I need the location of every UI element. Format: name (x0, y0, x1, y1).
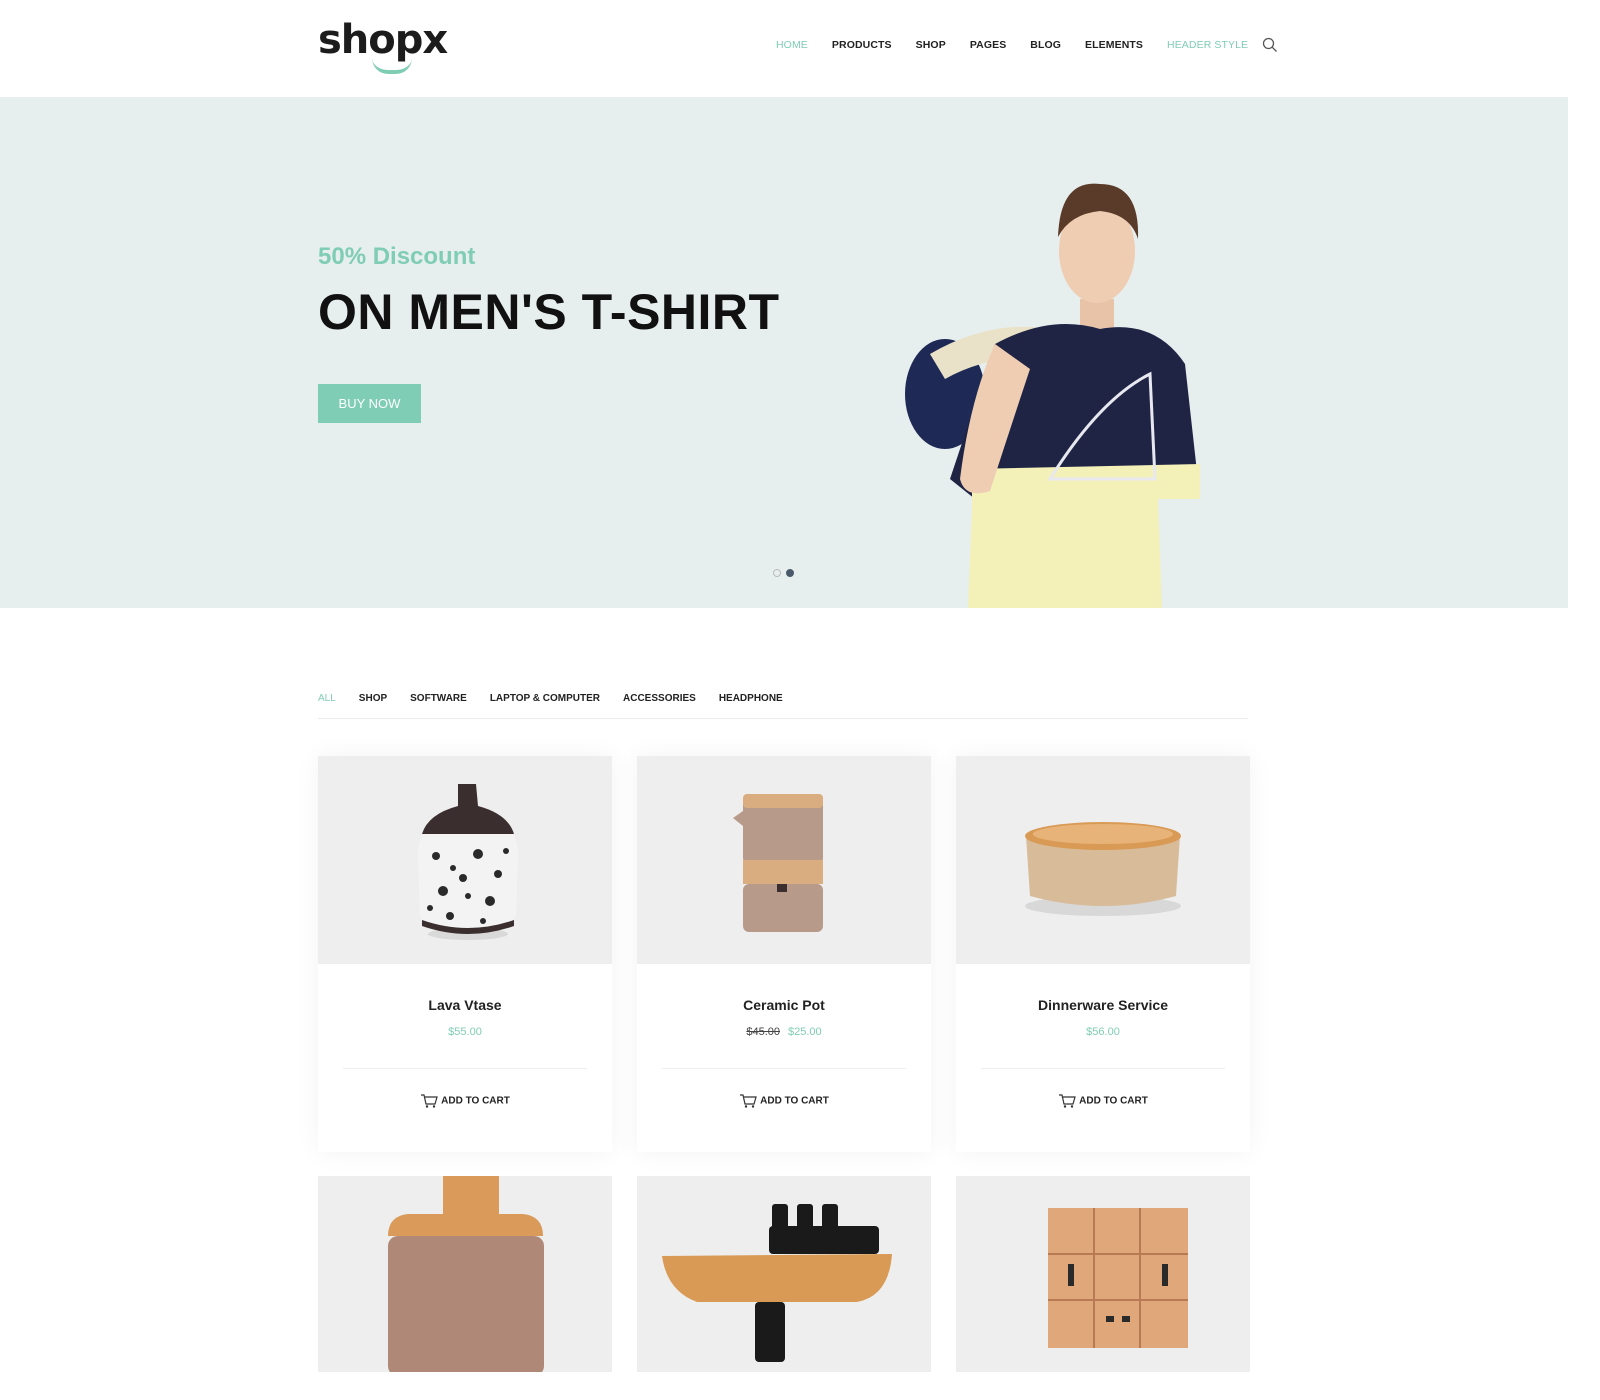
cart-icon (421, 1094, 438, 1108)
slider-dot-1[interactable] (773, 569, 781, 577)
tab-software[interactable]: SOFTWARE (410, 693, 467, 718)
product-card: Dinnerware Service $56.00 ADD TO CART (956, 756, 1250, 1152)
add-to-cart-button[interactable]: ADD TO CART (318, 1094, 612, 1108)
nav-blog[interactable]: BLOG (1030, 39, 1061, 51)
add-to-cart-label: ADD TO CART (760, 1095, 829, 1107)
product-old-price: $45.00 (746, 1026, 780, 1038)
nav-home[interactable]: HOME (776, 39, 808, 51)
hero-model-image (905, 183, 1200, 608)
product-name[interactable]: Ceramic Pot (637, 997, 931, 1013)
nav-shop[interactable]: SHOP (916, 39, 946, 51)
divider (662, 1068, 906, 1069)
slider-dots (773, 569, 794, 577)
product-image-wooden-cube[interactable] (956, 1176, 1250, 1372)
product-image-cork-jar[interactable] (318, 1176, 612, 1372)
add-to-cart-label: ADD TO CART (1079, 1095, 1148, 1107)
tab-all[interactable]: ALL (318, 693, 336, 718)
cart-icon (740, 1094, 757, 1108)
add-to-cart-button[interactable]: ADD TO CART (956, 1094, 1250, 1108)
tab-laptop-computer[interactable]: LAPTOP & COMPUTER (490, 693, 600, 718)
product-name[interactable]: Dinnerware Service (956, 997, 1250, 1013)
product-current-price: $56.00 (1086, 1026, 1120, 1038)
product-info: Lava Vtase $55.00 ADD TO CART (318, 964, 612, 1152)
nav-elements[interactable]: ELEMENTS (1085, 39, 1143, 51)
logo[interactable]: shopx (318, 14, 448, 76)
product-price: $56.00 (956, 1026, 1250, 1038)
cork-hook-illustration (662, 1204, 892, 1362)
product-card: Ceramic Pot $45.00 $25.00 ADD TO CART (637, 756, 931, 1152)
search-icon[interactable] (1262, 37, 1278, 53)
product-current-price: $25.00 (788, 1026, 822, 1038)
product-image-cork-hook[interactable] (637, 1176, 931, 1372)
ceramic-pot-illustration (733, 794, 823, 932)
hero-banner: 50% Discount ON MEN'S T-SHIRT BUY NOW (0, 97, 1568, 608)
nav-products[interactable]: PRODUCTS (832, 39, 892, 51)
cart-icon (1059, 1094, 1076, 1108)
add-to-cart-button[interactable]: ADD TO CART (637, 1094, 931, 1108)
tab-headphone[interactable]: HEADPHONE (719, 693, 783, 718)
vase-illustration (418, 784, 518, 940)
logo-smile-mark (372, 58, 412, 74)
cork-jar-illustration (388, 1176, 544, 1372)
divider (343, 1068, 587, 1069)
product-name[interactable]: Lava Vtase (318, 997, 612, 1013)
product-price: $55.00 (318, 1026, 612, 1038)
tab-shop[interactable]: SHOP (359, 693, 387, 718)
category-filter-tabs: ALL SHOP SOFTWARE LAPTOP & COMPUTER ACCE… (318, 693, 1248, 719)
site-header: shopx HOME PRODUCTS SHOP PAGES BLOG ELEM… (0, 0, 1568, 97)
product-info: Dinnerware Service $56.00 ADD TO CART (956, 964, 1250, 1152)
slider-dot-2[interactable] (786, 569, 794, 577)
product-image-lava-vase[interactable] (318, 756, 612, 964)
main-nav: HOME PRODUCTS SHOP PAGES BLOG ELEMENTS H… (776, 37, 1278, 53)
tab-accessories[interactable]: ACCESSORIES (623, 693, 696, 718)
dinnerware-illustration (1025, 822, 1181, 916)
hero-subtitle: 50% Discount (318, 243, 476, 270)
product-image-dinnerware[interactable] (956, 756, 1250, 964)
nav-header-style[interactable]: HEADER STYLE (1167, 39, 1248, 51)
product-image-ceramic-pot[interactable] (637, 756, 931, 964)
product-info: Ceramic Pot $45.00 $25.00 ADD TO CART (637, 964, 931, 1152)
product-card: Lava Vtase $55.00 ADD TO CART (318, 756, 612, 1152)
product-price: $45.00 $25.00 (637, 1026, 931, 1038)
wooden-cube-illustration (1048, 1208, 1188, 1348)
hero-title: ON MEN'S T-SHIRT (318, 284, 780, 340)
divider (981, 1068, 1225, 1069)
nav-pages[interactable]: PAGES (970, 39, 1006, 51)
add-to-cart-label: ADD TO CART (441, 1095, 510, 1107)
buy-now-button[interactable]: BUY NOW (318, 384, 421, 423)
product-current-price: $55.00 (448, 1026, 482, 1038)
